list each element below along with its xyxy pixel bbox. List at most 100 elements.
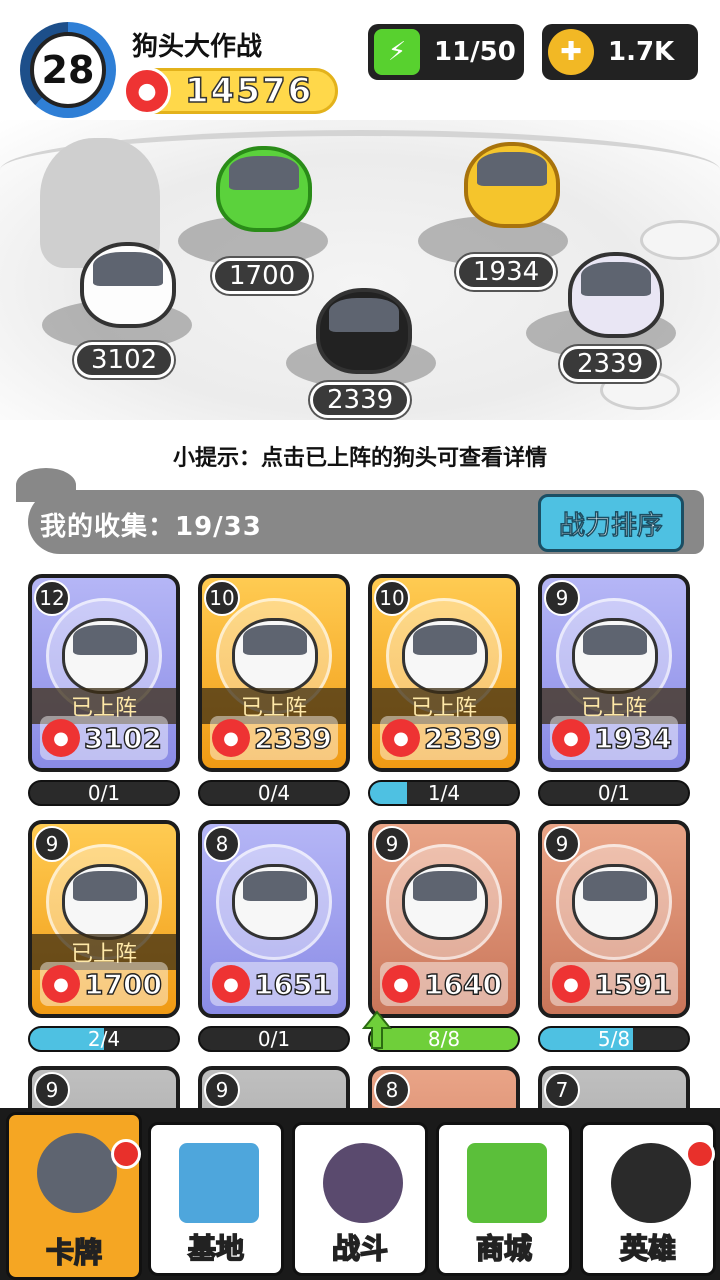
scene-dog-laser-eyes[interactable] (568, 252, 664, 338)
progress-text: 8/8 (427, 1027, 461, 1051)
card-progress-bar: 0/1 (198, 1026, 350, 1052)
card-level: 12 (34, 580, 70, 616)
cat-ears-decoration (16, 468, 76, 502)
level-number: 28 (30, 32, 106, 108)
dog-avatar (232, 618, 318, 694)
dog-card[interactable]: 12 已上阵 ● 3102 (28, 574, 180, 772)
coin-counter[interactable]: ✚ 1.7K (542, 24, 698, 80)
nav-label: 卡牌 (45, 1235, 103, 1270)
card-progress-bar: 1/4 (368, 780, 520, 806)
dog-card[interactable]: 9 已上阵 ● 1700 (28, 820, 180, 1018)
progress-text: 2/4 (87, 1027, 121, 1051)
scene-score: 3102 (74, 342, 175, 378)
dog-card[interactable]: 9 已上阵 ● 1934 (538, 574, 690, 772)
nav-tab-cards[interactable]: 卡牌 (6, 1112, 142, 1280)
progress-text: 1/4 (427, 781, 461, 805)
top-hat-dog-icon (611, 1143, 691, 1223)
dog-avatar (572, 618, 658, 694)
card-level: 9 (374, 826, 410, 862)
total-power-display: ● 14576 (123, 67, 338, 115)
progress-text: 0/1 (597, 781, 631, 805)
card-power: 1934 (593, 721, 672, 755)
notification-dot (111, 1139, 141, 1169)
battle-scene: 3102 1700 2339 1934 2339 (0, 120, 720, 420)
dog-card[interactable]: 10 已上阵 ● 2339 (368, 574, 520, 772)
dog-avatar (232, 864, 318, 940)
scene-score: 2339 (560, 346, 661, 382)
notification-dot (685, 1139, 715, 1169)
boxing-glove-icon: ● (123, 67, 171, 115)
nav-tab-base[interactable]: 基地 (148, 1122, 284, 1276)
dog-card[interactable]: 8 ● 1651 (198, 820, 350, 1018)
energy-counter[interactable]: ⚡ 11/50 (368, 24, 524, 80)
card-power: 2339 (253, 721, 332, 755)
card-level: 9 (544, 826, 580, 862)
card-level: 9 (204, 1072, 240, 1108)
progress-text: 0/1 (87, 781, 121, 805)
card-level: 7 (544, 1072, 580, 1108)
coin-plus-icon[interactable]: ✚ (548, 29, 594, 75)
card-level: 10 (374, 580, 410, 616)
nav-tab-hero[interactable]: 英雄 (580, 1122, 716, 1276)
nav-label: 战斗 (331, 1231, 389, 1266)
scene-score: 2339 (310, 382, 411, 418)
scene-score: 1934 (456, 254, 557, 290)
card-progress-bar: 0/1 (28, 780, 180, 806)
card-power: 1700 (83, 967, 162, 1001)
card-level: 9 (34, 826, 70, 862)
scene-dog-ninja[interactable] (316, 288, 412, 374)
card-progress-bar: 0/4 (198, 780, 350, 806)
dog-head-icon (37, 1133, 117, 1213)
sort-by-power-button[interactable]: 战力排序 (538, 494, 684, 552)
boxing-glove-icon: ● (552, 965, 590, 1003)
upgrade-arrow-icon[interactable] (362, 1010, 392, 1050)
progress-text: 0/4 (257, 781, 291, 805)
card-power: 1640 (423, 967, 502, 1001)
card-progress-bar: 5/8 (538, 1026, 690, 1052)
dog-avatar (402, 618, 488, 694)
card-level: 9 (544, 580, 580, 616)
dog-avatar (62, 864, 148, 940)
card-progress-bar: 2/4 (28, 1026, 180, 1052)
energy-value: 11/50 (434, 37, 516, 67)
card-power: 1651 (253, 967, 332, 1001)
scene-dog-sunglasses[interactable] (80, 242, 176, 328)
level-badge[interactable]: 28 (20, 22, 116, 118)
boxing-glove-icon: ● (42, 719, 80, 757)
boxing-glove-icon: ● (212, 719, 250, 757)
hint-text: 小提示：点击已上阵的狗头可查看详情 (172, 446, 547, 471)
boxing-glove-icon: ● (552, 719, 590, 757)
dog-card[interactable]: 9 ● 1640 (368, 820, 520, 1018)
progress-text: 0/1 (257, 1027, 291, 1051)
card-level: 8 (204, 826, 240, 862)
dog-avatar (62, 618, 148, 694)
card-level: 10 (204, 580, 240, 616)
scene-dog-gold-helmet[interactable] (464, 142, 560, 228)
dog-card[interactable]: 9 ● 1591 (538, 820, 690, 1018)
coin-value: 1.7K (608, 37, 675, 67)
card-level: 8 (374, 1072, 410, 1108)
card-power: 1591 (593, 967, 672, 1001)
dog-avatar (572, 864, 658, 940)
card-power: 2339 (423, 721, 502, 755)
scene-score: 1700 (212, 258, 313, 294)
boxing-glove-icon: ● (42, 965, 80, 1003)
card-power: 3102 (83, 721, 162, 755)
nav-label: 英雄 (619, 1231, 677, 1266)
total-power-value: 14576 (184, 70, 314, 112)
paw-icon (323, 1143, 403, 1223)
boxing-glove-icon: ● (382, 719, 420, 757)
card-level: 9 (34, 1072, 70, 1108)
scene-dog-dino[interactable] (216, 146, 312, 232)
nav-label: 商城 (475, 1231, 533, 1266)
progress-text: 5/8 (597, 1027, 631, 1051)
nav-tab-shop[interactable]: 商城 (436, 1122, 572, 1276)
stump-decoration (640, 220, 720, 260)
nav-tab-battle[interactable]: 战斗 (292, 1122, 428, 1276)
lightning-plus-icon[interactable]: ⚡ (374, 29, 420, 75)
card-progress-bar: 0/1 (538, 780, 690, 806)
dog-card[interactable]: 10 已上阵 ● 2339 (198, 574, 350, 772)
nav-label: 基地 (187, 1231, 245, 1266)
castle-icon (179, 1143, 259, 1223)
dog-avatar (402, 864, 488, 940)
